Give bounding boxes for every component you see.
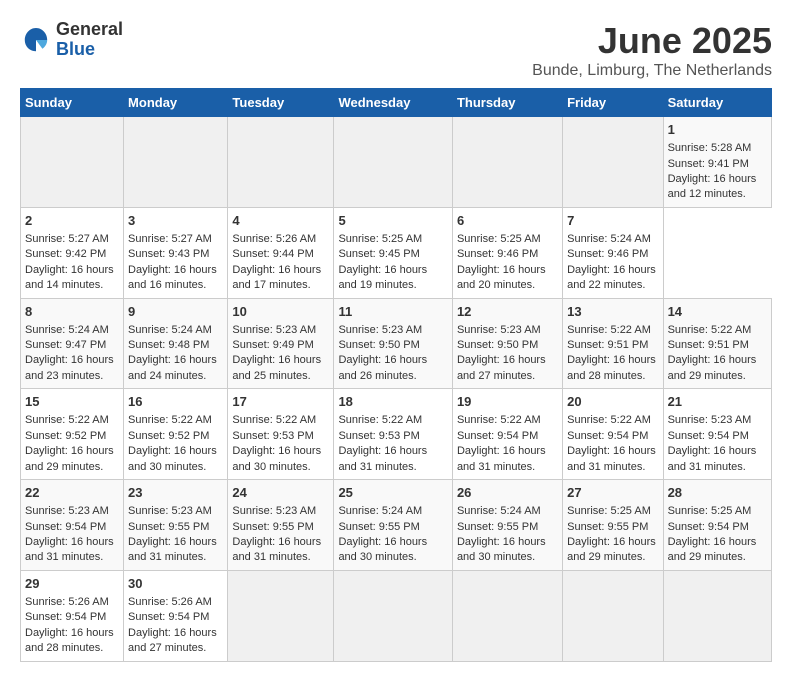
calendar-day: 15Sunrise: 5:22 AMSunset: 9:52 PMDayligh… bbox=[21, 389, 124, 480]
calendar-week-row: 22Sunrise: 5:23 AMSunset: 9:54 PMDayligh… bbox=[21, 480, 772, 571]
header-day-tuesday: Tuesday bbox=[228, 89, 334, 117]
calendar-day: 7Sunrise: 5:24 AMSunset: 9:46 PMDaylight… bbox=[563, 207, 663, 298]
calendar-week-row: 1Sunrise: 5:28 AMSunset: 9:41 PMDaylight… bbox=[21, 117, 772, 208]
empty-cell bbox=[452, 117, 562, 208]
calendar-table: SundayMondayTuesdayWednesdayThursdayFrid… bbox=[20, 88, 772, 662]
empty-cell bbox=[228, 570, 334, 661]
day-number: 5 bbox=[338, 212, 448, 230]
day-number: 2 bbox=[25, 212, 119, 230]
calendar-week-row: 29Sunrise: 5:26 AMSunset: 9:54 PMDayligh… bbox=[21, 570, 772, 661]
calendar-day: 10Sunrise: 5:23 AMSunset: 9:49 PMDayligh… bbox=[228, 298, 334, 389]
day-number: 7 bbox=[567, 212, 658, 230]
day-number: 8 bbox=[25, 303, 119, 321]
calendar-day: 19Sunrise: 5:22 AMSunset: 9:54 PMDayligh… bbox=[452, 389, 562, 480]
header-day-monday: Monday bbox=[124, 89, 228, 117]
empty-cell bbox=[452, 570, 562, 661]
calendar-day: 8Sunrise: 5:24 AMSunset: 9:47 PMDaylight… bbox=[21, 298, 124, 389]
day-number: 20 bbox=[567, 393, 658, 411]
calendar-day: 24Sunrise: 5:23 AMSunset: 9:55 PMDayligh… bbox=[228, 480, 334, 571]
day-number: 22 bbox=[25, 484, 119, 502]
calendar-day: 29Sunrise: 5:26 AMSunset: 9:54 PMDayligh… bbox=[21, 570, 124, 661]
calendar-day: 14Sunrise: 5:22 AMSunset: 9:51 PMDayligh… bbox=[663, 298, 771, 389]
empty-cell bbox=[563, 117, 663, 208]
header-day-wednesday: Wednesday bbox=[334, 89, 453, 117]
day-number: 9 bbox=[128, 303, 223, 321]
day-number: 19 bbox=[457, 393, 558, 411]
calendar-day: 28Sunrise: 5:25 AMSunset: 9:54 PMDayligh… bbox=[663, 480, 771, 571]
day-number: 11 bbox=[338, 303, 448, 321]
calendar-day: 4Sunrise: 5:26 AMSunset: 9:44 PMDaylight… bbox=[228, 207, 334, 298]
day-number: 1 bbox=[668, 121, 767, 139]
calendar-day: 18Sunrise: 5:22 AMSunset: 9:53 PMDayligh… bbox=[334, 389, 453, 480]
day-number: 29 bbox=[25, 575, 119, 593]
calendar-day: 23Sunrise: 5:23 AMSunset: 9:55 PMDayligh… bbox=[124, 480, 228, 571]
title-area: June 2025 Bunde, Limburg, The Netherland… bbox=[532, 20, 772, 80]
empty-cell bbox=[334, 570, 453, 661]
logo-blue: Blue bbox=[56, 40, 123, 60]
empty-cell bbox=[228, 117, 334, 208]
day-number: 16 bbox=[128, 393, 223, 411]
calendar-day: 17Sunrise: 5:22 AMSunset: 9:53 PMDayligh… bbox=[228, 389, 334, 480]
empty-cell bbox=[21, 117, 124, 208]
logo-text: General Blue bbox=[56, 20, 123, 60]
calendar-day: 2Sunrise: 5:27 AMSunset: 9:42 PMDaylight… bbox=[21, 207, 124, 298]
day-number: 26 bbox=[457, 484, 558, 502]
header-day-friday: Friday bbox=[563, 89, 663, 117]
location-title: Bunde, Limburg, The Netherlands bbox=[532, 62, 772, 80]
day-number: 12 bbox=[457, 303, 558, 321]
calendar-day: 25Sunrise: 5:24 AMSunset: 9:55 PMDayligh… bbox=[334, 480, 453, 571]
calendar-day: 13Sunrise: 5:22 AMSunset: 9:51 PMDayligh… bbox=[563, 298, 663, 389]
calendar-day: 20Sunrise: 5:22 AMSunset: 9:54 PMDayligh… bbox=[563, 389, 663, 480]
logo-icon bbox=[20, 24, 52, 56]
logo: General Blue bbox=[20, 20, 123, 60]
logo-general: General bbox=[56, 20, 123, 40]
calendar-day: 11Sunrise: 5:23 AMSunset: 9:50 PMDayligh… bbox=[334, 298, 453, 389]
calendar-day: 12Sunrise: 5:23 AMSunset: 9:50 PMDayligh… bbox=[452, 298, 562, 389]
day-number: 13 bbox=[567, 303, 658, 321]
day-number: 25 bbox=[338, 484, 448, 502]
day-number: 4 bbox=[232, 212, 329, 230]
header-day-sunday: Sunday bbox=[21, 89, 124, 117]
calendar-day: 6Sunrise: 5:25 AMSunset: 9:46 PMDaylight… bbox=[452, 207, 562, 298]
calendar-day: 27Sunrise: 5:25 AMSunset: 9:55 PMDayligh… bbox=[563, 480, 663, 571]
calendar-day: 16Sunrise: 5:22 AMSunset: 9:52 PMDayligh… bbox=[124, 389, 228, 480]
day-number: 27 bbox=[567, 484, 658, 502]
day-number: 18 bbox=[338, 393, 448, 411]
day-number: 6 bbox=[457, 212, 558, 230]
day-number: 21 bbox=[668, 393, 767, 411]
day-number: 10 bbox=[232, 303, 329, 321]
empty-cell bbox=[663, 570, 771, 661]
calendar-day: 21Sunrise: 5:23 AMSunset: 9:54 PMDayligh… bbox=[663, 389, 771, 480]
day-number: 30 bbox=[128, 575, 223, 593]
day-number: 17 bbox=[232, 393, 329, 411]
day-number: 23 bbox=[128, 484, 223, 502]
empty-cell bbox=[334, 117, 453, 208]
calendar-week-row: 2Sunrise: 5:27 AMSunset: 9:42 PMDaylight… bbox=[21, 207, 772, 298]
calendar-day: 5Sunrise: 5:25 AMSunset: 9:45 PMDaylight… bbox=[334, 207, 453, 298]
day-number: 28 bbox=[668, 484, 767, 502]
calendar-day: 30Sunrise: 5:26 AMSunset: 9:54 PMDayligh… bbox=[124, 570, 228, 661]
day-number: 15 bbox=[25, 393, 119, 411]
calendar-day: 1Sunrise: 5:28 AMSunset: 9:41 PMDaylight… bbox=[663, 117, 771, 208]
header: General Blue June 2025 Bunde, Limburg, T… bbox=[20, 20, 772, 80]
calendar-day: 22Sunrise: 5:23 AMSunset: 9:54 PMDayligh… bbox=[21, 480, 124, 571]
calendar-day: 9Sunrise: 5:24 AMSunset: 9:48 PMDaylight… bbox=[124, 298, 228, 389]
calendar-week-row: 8Sunrise: 5:24 AMSunset: 9:47 PMDaylight… bbox=[21, 298, 772, 389]
calendar-header-row: SundayMondayTuesdayWednesdayThursdayFrid… bbox=[21, 89, 772, 117]
day-number: 3 bbox=[128, 212, 223, 230]
calendar-day: 3Sunrise: 5:27 AMSunset: 9:43 PMDaylight… bbox=[124, 207, 228, 298]
empty-cell bbox=[124, 117, 228, 208]
header-day-thursday: Thursday bbox=[452, 89, 562, 117]
calendar-week-row: 15Sunrise: 5:22 AMSunset: 9:52 PMDayligh… bbox=[21, 389, 772, 480]
day-number: 24 bbox=[232, 484, 329, 502]
day-number: 14 bbox=[668, 303, 767, 321]
empty-cell bbox=[563, 570, 663, 661]
header-day-saturday: Saturday bbox=[663, 89, 771, 117]
calendar-day: 26Sunrise: 5:24 AMSunset: 9:55 PMDayligh… bbox=[452, 480, 562, 571]
month-title: June 2025 bbox=[532, 20, 772, 62]
